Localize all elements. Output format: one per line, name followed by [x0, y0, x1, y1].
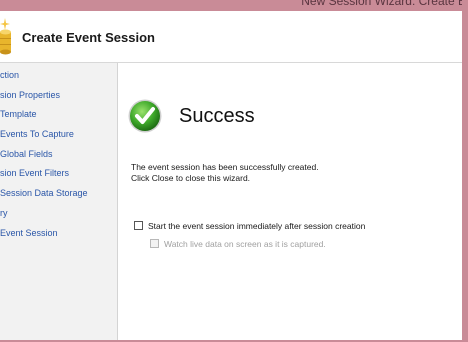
nav-item-session-properties[interactable]: sion Properties: [0, 90, 60, 100]
database-wizard-icon: [0, 18, 11, 55]
nav-item-event-filters[interactable]: sion Event Filters: [0, 168, 69, 178]
page-title: Create Event Session: [22, 30, 155, 45]
nav-item-summary[interactable]: ry: [0, 208, 8, 218]
watch-live-checkbox[interactable]: [150, 239, 159, 248]
nav-item-create-event-session[interactable]: Event Session: [0, 228, 58, 238]
wizard-nav-panel: ction sion Properties Template Events To…: [0, 63, 118, 340]
nav-item-introduction[interactable]: ction: [0, 70, 19, 80]
success-message: The event session has been successfully …: [131, 162, 319, 172]
nav-item-events-to-capture[interactable]: Events To Capture: [0, 129, 74, 139]
green-checkmark-icon: [128, 99, 162, 133]
main-content: Success The event session has been succe…: [118, 63, 462, 340]
title-bar[interactable]: New Session Wizard: Create E: [0, 0, 468, 11]
nav-item-template[interactable]: Template: [0, 109, 37, 119]
status-title: Success: [179, 105, 255, 127]
start-session-label[interactable]: Start the event session immediately afte…: [148, 221, 365, 231]
window-title: New Session Wizard: Create E: [301, 0, 466, 8]
watch-live-label: Watch live data on screen as it is captu…: [164, 239, 326, 249]
nav-item-data-storage[interactable]: Session Data Storage: [0, 188, 88, 198]
wizard-header: Create Event Session: [0, 11, 462, 63]
start-session-checkbox[interactable]: [134, 221, 143, 230]
nav-item-global-fields[interactable]: Global Fields: [0, 149, 53, 159]
close-instruction: Click Close to close this wizard.: [131, 173, 251, 183]
wizard-window: New Session Wizard: Create E Create Even…: [0, 0, 468, 342]
window-border-right: [462, 0, 468, 342]
